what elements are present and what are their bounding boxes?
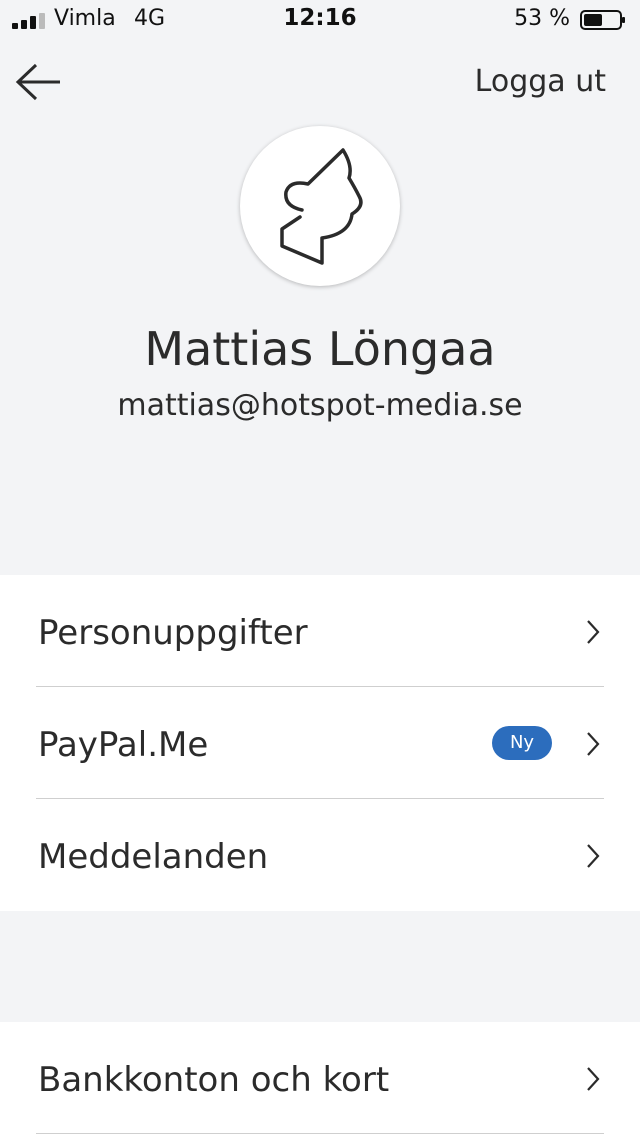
settings-list: Personuppgifter PayPal.Me Ny Meddelanden [0,575,640,911]
menu-item-label: PayPal.Me [38,725,209,765]
menu-item-notifications[interactable]: Meddelanden [36,799,604,911]
chevron-right-icon [587,1067,600,1091]
profile-email: mattias@hotspot-media.se [117,388,523,423]
menu-item-bank-accounts[interactable]: Bankkonton och kort [36,1022,604,1134]
profile-name: Mattias Löngaa [144,322,496,376]
menu-item-personal-info[interactable]: Personuppgifter [36,575,604,687]
menu-item-paypal-me[interactable]: PayPal.Me Ny [36,687,604,799]
status-bar: Vimla 4G 12:16 53 % [0,0,640,40]
menu-item-label: Meddelanden [38,837,269,877]
menu-item-label: Personuppgifter [38,613,308,653]
chevron-right-icon [587,620,600,644]
chevron-right-icon [587,732,600,756]
battery-icon [580,10,625,30]
back-button[interactable] [14,62,62,102]
menu-item-label: Bankkonton och kort [38,1060,390,1100]
logout-button[interactable]: Logga ut [475,64,606,99]
chevron-right-icon [587,844,600,868]
arrow-left-icon [15,63,60,101]
profile-silhouette-icon [280,148,363,265]
battery-percent: 53 % [514,6,570,31]
new-badge: Ny [492,726,552,760]
avatar[interactable] [240,126,400,286]
payment-list: Bankkonton och kort [0,1022,640,1136]
